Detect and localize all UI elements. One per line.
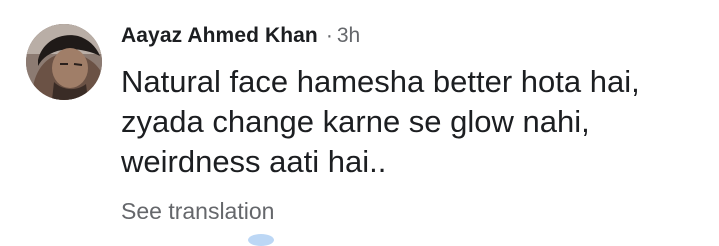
see-translation-link[interactable]: See translation (121, 198, 274, 225)
comment-header: Aayaz Ahmed Khan · 3h (121, 24, 360, 52)
comment-text: Natural face hamesha better hota hai, zy… (121, 62, 701, 182)
reaction-indicator (248, 234, 274, 246)
avatar[interactable] (26, 24, 102, 100)
comment-timestamp[interactable]: 3h (337, 24, 360, 48)
author-name[interactable]: Aayaz Ahmed Khan (121, 24, 318, 48)
avatar-photo (26, 24, 102, 100)
meta-separator: · (325, 24, 333, 47)
comment-text-line: weirdness aati hai.. (121, 144, 387, 179)
comment-text-line: zyada change karne se glow nahi, (121, 104, 590, 139)
comment-text-line: Natural face hamesha better hota hai, (121, 64, 640, 99)
comment: Aayaz Ahmed Khan · 3h Natural face hames… (0, 0, 719, 246)
